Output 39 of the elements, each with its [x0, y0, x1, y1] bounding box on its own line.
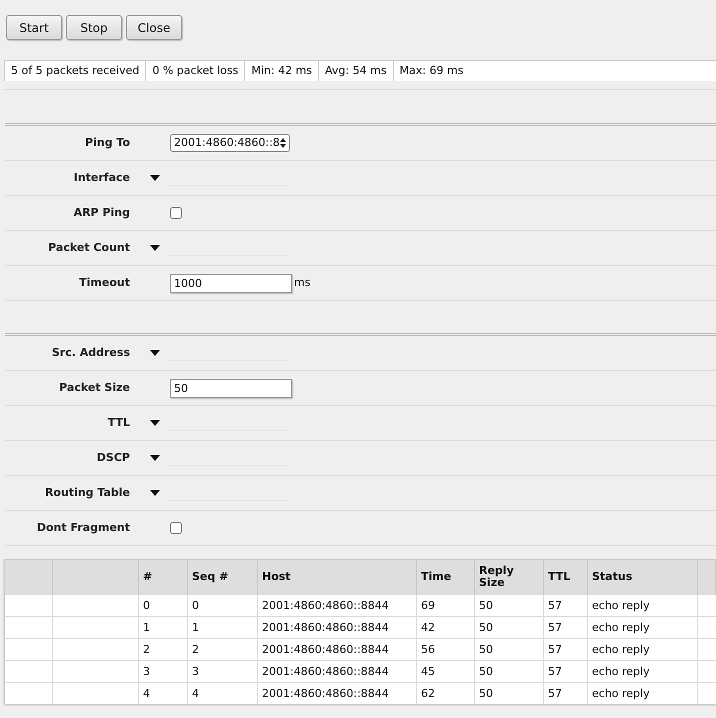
caret-icon[interactable] [150, 175, 160, 181]
stepper-icon [280, 138, 286, 148]
input-field[interactable]: 50 [170, 378, 292, 398]
field-label: TTL [108, 414, 130, 431]
field-label: Packet Size [59, 380, 130, 396]
status-item: Min: 42 ms [244, 61, 318, 81]
table-cell: 62 [417, 683, 475, 704]
field-label: Packet Count [48, 240, 130, 256]
field-label: Routing Table [44, 484, 130, 501]
field-label: ARP Ping [74, 204, 130, 221]
table-cell: 4 [188, 683, 258, 704]
caret-icon[interactable] [150, 490, 160, 496]
status-item: 0 % packet loss [145, 61, 244, 81]
input-field[interactable]: 1000 [170, 274, 292, 292]
caret-icon[interactable] [150, 420, 160, 426]
field-label: Dont Fragment [36, 520, 130, 536]
toolbar-button[interactable]: Stop [66, 15, 122, 40]
checkbox[interactable] [170, 207, 182, 219]
caret-icon[interactable] [150, 455, 160, 461]
toolbar-button[interactable]: Start [6, 15, 62, 40]
table-cell: echo reply [588, 683, 698, 704]
field-label: Interface [74, 170, 130, 186]
status-item: Max: 69 ms [392, 61, 470, 81]
caret-icon[interactable] [150, 245, 160, 251]
checkbox[interactable] [170, 522, 182, 534]
ping-to-select[interactable]: 2001:4860:4860::8 [170, 134, 290, 152]
status-item: 5 of 5 packets received [4, 61, 146, 81]
table-cell: 2001:4860:4860::8844 [258, 683, 417, 704]
field-label: DSCP [96, 450, 130, 466]
table-cell: 4 [139, 683, 188, 704]
table-cell: 57 [544, 683, 588, 704]
caret-icon[interactable] [150, 350, 160, 356]
status-item: Avg: 54 ms [318, 61, 393, 81]
field-label: Ping To [85, 134, 130, 151]
toolbar-button[interactable]: Close [126, 15, 182, 40]
field-label: Timeout [79, 274, 130, 291]
field-label: Src. Address [52, 344, 130, 361]
unit-label: ms [294, 274, 310, 291]
table-cell: 50 [475, 683, 544, 704]
